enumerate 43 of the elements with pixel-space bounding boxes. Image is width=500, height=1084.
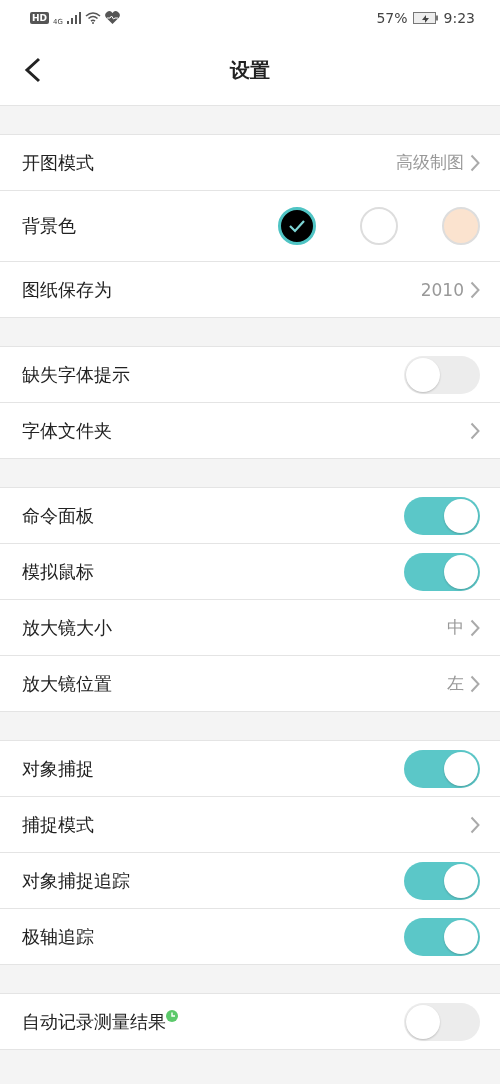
setting-label: 图纸保存为 bbox=[22, 277, 112, 302]
chevron-right-icon bbox=[470, 618, 480, 637]
chevron-right-icon bbox=[470, 280, 480, 299]
toggle-switch[interactable] bbox=[404, 496, 480, 535]
chevron-right-icon bbox=[470, 815, 480, 834]
hd-badge: HD bbox=[30, 11, 49, 24]
toggle-switch[interactable] bbox=[404, 1002, 480, 1041]
setting-label: 命令面板 bbox=[22, 503, 94, 528]
toggle-switch[interactable] bbox=[404, 355, 480, 394]
setting-value: 2010 bbox=[420, 279, 464, 300]
setting-value: 中 bbox=[447, 616, 464, 639]
setting-label: 捕捉模式 bbox=[22, 812, 94, 837]
setting-label: 字体文件夹 bbox=[22, 418, 112, 443]
toggle-switch[interactable] bbox=[404, 552, 480, 591]
page-title: 设置 bbox=[230, 56, 270, 84]
setting-label: 极轴追踪 bbox=[22, 924, 94, 949]
battery-percent: 57% bbox=[376, 9, 408, 26]
toggle-switch[interactable] bbox=[404, 917, 480, 956]
clock-time: 9:23 bbox=[443, 9, 475, 26]
heart-rate-icon bbox=[104, 11, 120, 24]
toggle-switch[interactable] bbox=[404, 749, 480, 788]
color-swatch[interactable] bbox=[442, 207, 480, 245]
setting-label: 放大镜大小 bbox=[22, 615, 112, 640]
chevron-right-icon bbox=[470, 153, 480, 172]
chevron-right-icon bbox=[470, 674, 480, 693]
chevron-right-icon bbox=[470, 421, 480, 440]
wifi-icon bbox=[84, 11, 101, 24]
setting-label: 对象捕捉追踪 bbox=[22, 868, 130, 893]
color-swatch[interactable] bbox=[278, 207, 316, 245]
setting-label: 对象捕捉 bbox=[22, 756, 94, 781]
check-icon bbox=[288, 219, 306, 233]
setting-label: 缺失字体提示 bbox=[22, 362, 130, 387]
color-swatch[interactable] bbox=[360, 207, 398, 245]
setting-label: 模拟鼠标 bbox=[22, 559, 94, 584]
toggle-switch[interactable] bbox=[404, 861, 480, 900]
setting-label: 放大镜位置 bbox=[22, 671, 112, 696]
signal-icon bbox=[66, 11, 81, 24]
setting-value: 左 bbox=[447, 672, 464, 695]
setting-label: 自动记录测量结果 bbox=[22, 1009, 166, 1034]
setting-value: 高级制图 bbox=[396, 151, 464, 174]
setting-label: 背景色 bbox=[22, 214, 76, 238]
setting-label: 开图模式 bbox=[22, 150, 94, 175]
battery-icon bbox=[412, 11, 439, 24]
